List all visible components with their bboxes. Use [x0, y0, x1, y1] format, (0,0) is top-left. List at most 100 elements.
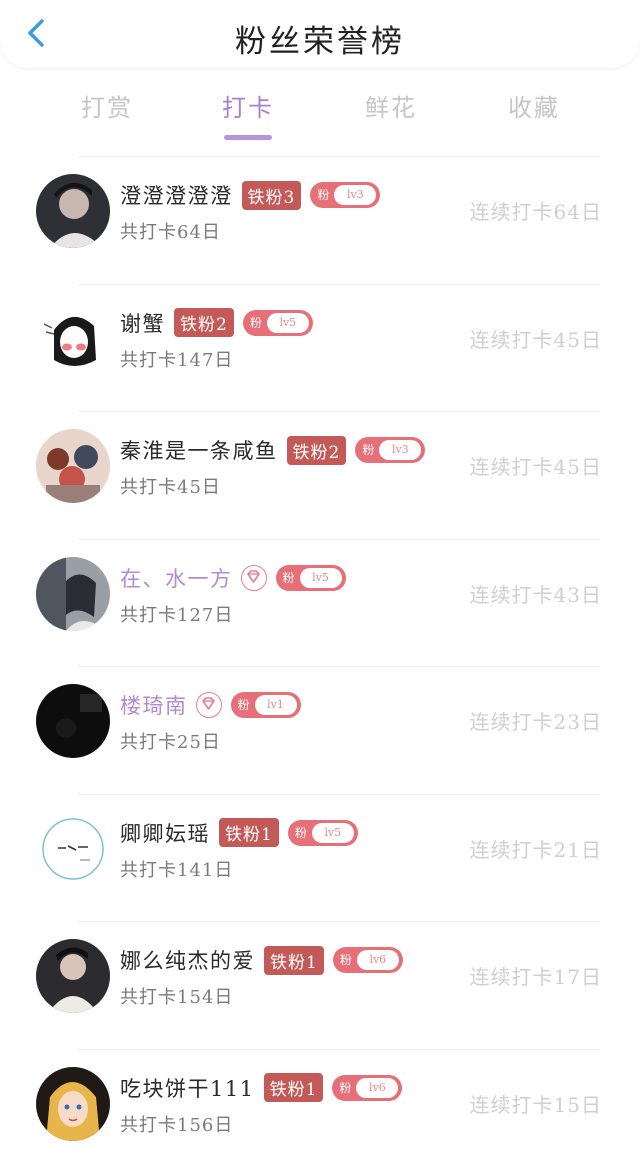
total-checkin: 共打卡45日: [120, 473, 221, 499]
total-checkin: 共打卡25日: [120, 728, 221, 754]
divider: [78, 156, 600, 157]
list-item[interactable]: 卿卿妘瑶 铁粉1 粉 lv5 共打卡141日 连续打卡21日: [0, 794, 640, 922]
streak-checkin: 连续打卡23日: [470, 706, 602, 735]
active-tab-indicator: [224, 135, 272, 140]
streak-checkin: 连续打卡15日: [470, 1089, 602, 1118]
fan-level-badge: 粉 lv5: [276, 565, 346, 591]
user-name[interactable]: 秦淮是一条咸鱼: [120, 435, 278, 465]
fan-badge-label: 粉: [250, 314, 262, 331]
streak-checkin: 连续打卡43日: [470, 579, 602, 608]
iron-fan-badge: 铁粉1: [264, 946, 324, 975]
user-line: 卿卿妘瑶 铁粉1 粉 lv5: [120, 816, 358, 850]
fan-level-badge: 粉 lv3: [310, 182, 380, 208]
list-item[interactable]: 楼琦南 粉 lv1 共打卡25日 连续打卡23日: [0, 666, 640, 794]
fan-level-badge: 粉 lv3: [355, 437, 425, 463]
fan-level: lv5: [300, 568, 342, 588]
fan-level: lv5: [267, 313, 309, 333]
fan-level: lv5: [312, 823, 354, 843]
tab-bar: 打赏 打卡 鲜花 收藏: [0, 68, 640, 156]
total-checkin: 共打卡64日: [120, 218, 221, 244]
streak-checkin: 连续打卡45日: [470, 451, 602, 480]
streak-checkin: 连续打卡21日: [470, 834, 602, 863]
fan-badge-label: 粉: [317, 186, 329, 203]
divider: [78, 539, 600, 540]
tab-checkin[interactable]: 打卡: [193, 88, 303, 140]
avatar[interactable]: [36, 429, 110, 503]
diamond-icon: [196, 692, 222, 718]
tab-flowers[interactable]: 鲜花: [336, 88, 446, 123]
fan-level-badge: 粉 lv6: [333, 947, 403, 973]
streak-checkin: 连续打卡45日: [470, 324, 602, 353]
tab-label: 打卡: [222, 94, 274, 122]
fan-badge-label: 粉: [340, 951, 352, 968]
user-line: 娜么纯杰的爱 铁粉1 粉 lv6: [120, 943, 403, 977]
divider: [78, 1049, 600, 1050]
fan-badge-label: 粉: [339, 1079, 351, 1096]
avatar[interactable]: [36, 557, 110, 631]
fan-level: lv3: [379, 440, 421, 460]
iron-fan-badge: 铁粉1: [219, 818, 279, 847]
fan-badge-label: 粉: [283, 569, 295, 586]
diamond-icon: [241, 565, 267, 591]
tab-label: 打赏: [81, 94, 133, 122]
divider: [78, 666, 600, 667]
total-checkin: 共打卡127日: [120, 601, 233, 627]
tab-label: 鲜花: [365, 94, 417, 122]
fan-level-badge: 粉 lv6: [332, 1075, 402, 1101]
fan-level: lv6: [357, 950, 399, 970]
fan-badge-label: 粉: [295, 824, 307, 841]
user-name[interactable]: 卿卿妘瑶: [120, 818, 210, 848]
user-name[interactable]: 娜么纯杰的爱: [120, 945, 255, 975]
divider: [78, 921, 600, 922]
user-line: 吃块饼干111 铁粉1 粉 lv6: [120, 1071, 402, 1105]
avatar[interactable]: [36, 174, 110, 248]
tab-reward[interactable]: 打赏: [52, 88, 162, 123]
user-name[interactable]: 澄澄澄澄澄: [120, 180, 233, 210]
user-name[interactable]: 谢蟹: [120, 308, 165, 338]
fan-level: lv3: [334, 185, 376, 205]
avatar[interactable]: [36, 684, 110, 758]
tab-label: 收藏: [508, 94, 560, 122]
fan-level-badge: 粉 lv5: [243, 310, 313, 336]
fan-ranking-list: 澄澄澄澄澄 铁粉3 粉 lv3 共打卡64日 连续打卡64日 谢蟹 铁粉2 粉 …: [0, 156, 640, 1176]
streak-checkin: 连续打卡17日: [470, 961, 602, 990]
avatar[interactable]: [36, 939, 110, 1013]
total-checkin: 共打卡154日: [120, 983, 233, 1009]
fan-level: lv6: [356, 1078, 398, 1098]
total-checkin: 共打卡156日: [120, 1111, 233, 1137]
iron-fan-badge: 铁粉2: [174, 308, 234, 337]
list-item[interactable]: 澄澄澄澄澄 铁粉3 粉 lv3 共打卡64日 连续打卡64日: [0, 156, 640, 284]
total-checkin: 共打卡147日: [120, 346, 233, 372]
divider: [78, 411, 600, 412]
user-line: 秦淮是一条咸鱼 铁粉2 粉 lv3: [120, 433, 425, 467]
fan-level: lv1: [255, 695, 297, 715]
iron-fan-badge: 铁粉1: [264, 1073, 324, 1102]
user-name[interactable]: 在、水一方: [120, 563, 233, 593]
list-item[interactable]: 娜么纯杰的爱 铁粉1 粉 lv6 共打卡154日 连续打卡17日: [0, 921, 640, 1049]
avatar[interactable]: [36, 302, 110, 376]
user-line: 楼琦南 粉 lv1: [120, 688, 301, 722]
fan-level-badge: 粉 lv1: [231, 692, 301, 718]
user-line: 在、水一方 粉 lv5: [120, 561, 346, 595]
iron-fan-badge: 铁粉2: [287, 436, 347, 465]
tab-favorites[interactable]: 收藏: [479, 88, 589, 123]
list-item[interactable]: 秦淮是一条咸鱼 铁粉2 粉 lv3 共打卡45日 连续打卡45日: [0, 411, 640, 539]
user-name[interactable]: 楼琦南: [120, 690, 188, 720]
list-item[interactable]: 谢蟹 铁粉2 粉 lv5 共打卡147日 连续打卡45日: [0, 284, 640, 412]
total-checkin: 共打卡141日: [120, 856, 233, 882]
divider: [78, 794, 600, 795]
page-title: 粉丝荣誉榜: [0, 16, 640, 61]
iron-fan-badge: 铁粉3: [242, 181, 302, 210]
fan-badge-label: 粉: [238, 696, 250, 713]
fan-level-badge: 粉 lv5: [288, 820, 358, 846]
user-line: 谢蟹 铁粉2 粉 lv5: [120, 306, 313, 340]
avatar[interactable]: [36, 1067, 110, 1141]
avatar[interactable]: [36, 812, 110, 886]
divider: [78, 284, 600, 285]
user-line: 澄澄澄澄澄 铁粉3 粉 lv3: [120, 178, 380, 212]
list-item[interactable]: 在、水一方 粉 lv5 共打卡127日 连续打卡43日: [0, 539, 640, 667]
fan-badge-label: 粉: [362, 441, 374, 458]
top-bar: 粉丝荣誉榜: [0, 0, 640, 68]
streak-checkin: 连续打卡64日: [470, 196, 602, 225]
user-name[interactable]: 吃块饼干111: [120, 1073, 255, 1103]
